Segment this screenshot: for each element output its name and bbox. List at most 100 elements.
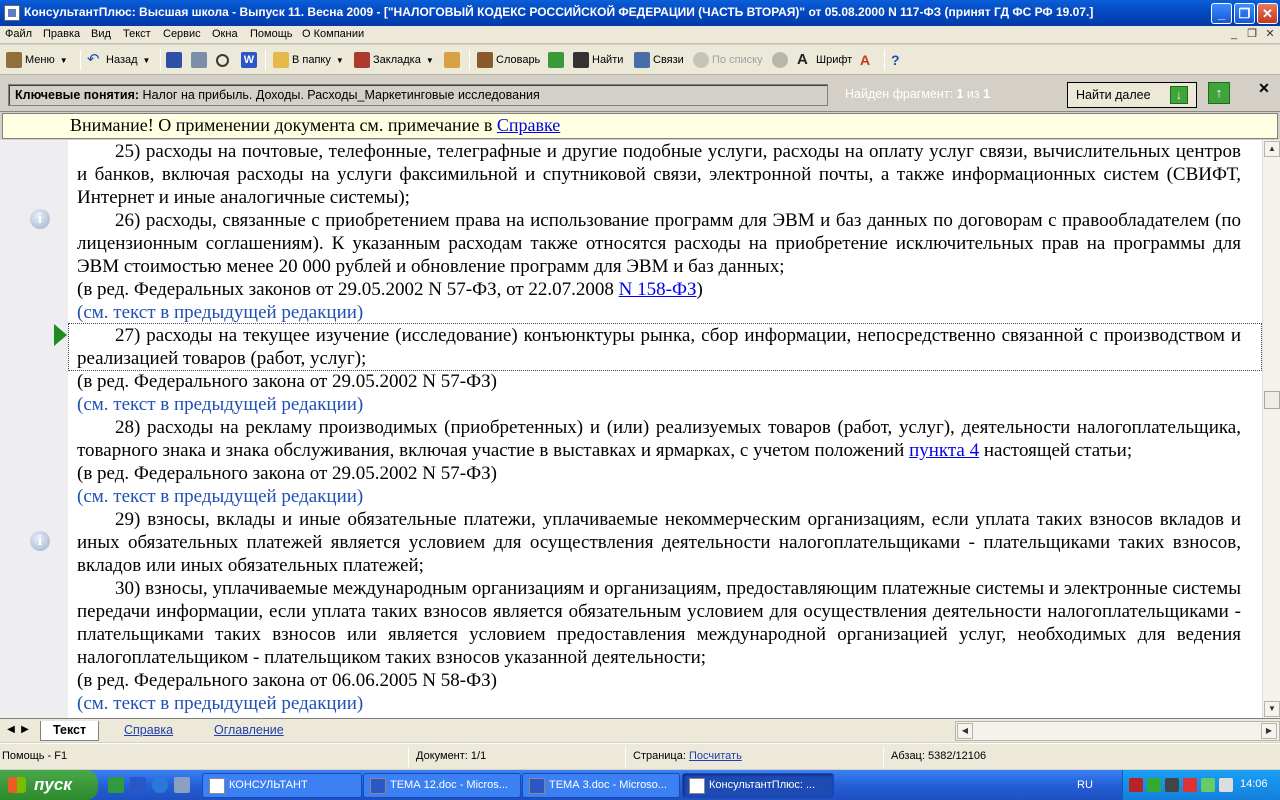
taskbar-item-label: ТЕМА 12.doc - Micros... <box>390 779 508 791</box>
chevron-down-icon: ▼ <box>142 55 151 65</box>
font-button[interactable]: A Шрифт <box>797 49 852 71</box>
info-icon[interactable]: i <box>30 531 50 551</box>
minimize-button[interactable]: _ <box>1211 3 1232 24</box>
menu-windows[interactable]: Окна <box>212 28 238 40</box>
paragraph-29: 29) взносы, вклады и иные обязательные п… <box>77 509 1241 576</box>
word-icon[interactable] <box>130 777 146 793</box>
export-button[interactable] <box>548 49 564 71</box>
mdi-restore-button[interactable]: ❐ <box>1244 28 1260 42</box>
scroll-down-icon[interactable]: ▼ <box>1264 701 1280 717</box>
tray-antivirus-icon[interactable] <box>1147 778 1161 792</box>
key-concepts-field[interactable]: Ключевые понятия: Налог на прибыль. Дохо… <box>8 84 828 106</box>
previous-edition-link[interactable]: (см. текст в предыдущей редакции) <box>77 485 1241 508</box>
menu-edit[interactable]: Правка <box>43 28 80 40</box>
language-indicator[interactable]: RU <box>1077 779 1093 791</box>
previous-edition-link[interactable]: (см. текст в предыдущей редакции) <box>77 301 1241 324</box>
show-desktop-icon[interactable] <box>174 777 190 793</box>
clock[interactable]: 14:06 <box>1240 778 1268 790</box>
mdi-close-button[interactable]: ✕ <box>1262 28 1278 42</box>
horizontal-scrollbar[interactable]: ◀ ▶ <box>955 721 1280 741</box>
chevron-down-icon: ▼ <box>335 55 344 65</box>
paragraph-28: 28) расходы на рекламу производимых (при… <box>77 416 1241 462</box>
tabs-bar: ◀ ▶ Текст Справка Оглавление ◀ ▶ <box>0 718 1280 742</box>
found-prefix: Найден фрагмент: <box>845 87 953 101</box>
maximize-button[interactable]: ❐ <box>1234 3 1255 24</box>
save-button[interactable] <box>166 49 182 71</box>
tab-text[interactable]: Текст <box>40 721 100 741</box>
scroll-up-icon[interactable]: ▲ <box>1264 141 1280 157</box>
by-list-label: По списку <box>712 54 763 66</box>
window-title: КонсультантПлюс: Высшая школа - Выпуск 1… <box>24 5 1094 19</box>
preview-button[interactable] <box>216 49 229 71</box>
volume-icon[interactable] <box>1219 778 1233 792</box>
vertical-scrollbar[interactable]: ▲ ▼ <box>1262 140 1280 718</box>
taskbar-item-tema3[interactable]: ТЕМА 3.doc - Microso... <box>522 773 680 798</box>
start-button[interactable]: пуск <box>0 770 98 800</box>
tray-device-icon[interactable] <box>1165 778 1179 792</box>
close-button[interactable]: ✕ <box>1257 3 1278 24</box>
previous-edition-link[interactable]: (см. текст в предыдущей редакции) <box>77 393 1241 416</box>
back-button[interactable]: ↶ Назад ▼ <box>87 49 150 71</box>
app-icon[interactable] <box>4 5 20 21</box>
font-size-button[interactable]: A <box>860 49 876 71</box>
bookmark-label: Закладка <box>373 54 421 66</box>
tab-help[interactable]: Справка <box>112 721 185 741</box>
excel-icon[interactable] <box>108 777 124 793</box>
separator <box>265 50 266 70</box>
bookmark-button[interactable]: Закладка ▼ <box>354 49 434 71</box>
menu-service[interactable]: Сервис <box>163 28 201 40</box>
menu-help[interactable]: Помощь <box>250 28 293 40</box>
notice-link[interactable]: Справке <box>497 115 560 135</box>
help-button[interactable]: ? <box>891 49 907 71</box>
to-folder-button[interactable]: В папку ▼ <box>273 49 344 71</box>
tray-network-icon[interactable] <box>1201 778 1215 792</box>
separator <box>883 747 884 767</box>
dictionary-button[interactable]: Словарь <box>477 49 540 71</box>
law-link-158[interactable]: N 158-ФЗ <box>619 279 697 300</box>
tray-app-icon[interactable] <box>1129 778 1143 792</box>
count-pages-link[interactable]: Посчитать <box>689 750 742 762</box>
binoculars-icon <box>573 52 589 68</box>
clause-4-link[interactable]: пункта 4 <box>909 440 979 461</box>
notice-bar: Внимание! О применении документа см. при… <box>2 113 1278 139</box>
word-export-button[interactable]: W <box>241 49 257 71</box>
menu-view[interactable]: Вид <box>91 28 111 40</box>
links-label: Связи <box>653 54 684 66</box>
mdi-minimize-button[interactable]: _ <box>1226 28 1242 42</box>
info-icon[interactable]: i <box>30 209 50 229</box>
document-area[interactable]: i i 25) расходы на почтовые, телефонные,… <box>0 140 1262 718</box>
bookmark-icon <box>354 52 370 68</box>
menu-button[interactable]: Меню ▼ <box>6 49 68 71</box>
dictionary-icon <box>477 52 493 68</box>
menu-about[interactable]: О Компании <box>302 28 364 40</box>
next-list-button[interactable] <box>772 49 788 71</box>
find-next-button[interactable]: Найти далее ↓ <box>1067 82 1197 108</box>
previous-edition-link[interactable]: (см. текст в предыдущей редакции) <box>77 692 1241 715</box>
paragraph-25: 25) расходы на почтовые, телефонные, тел… <box>77 141 1241 208</box>
tab-scroll-right-icon[interactable]: ▶ <box>18 722 32 738</box>
internet-explorer-icon[interactable] <box>152 777 168 793</box>
scroll-left-icon[interactable]: ◀ <box>957 723 973 739</box>
scroll-thumb[interactable] <box>1264 391 1280 409</box>
menu-text[interactable]: Текст <box>123 28 151 40</box>
found-fragment-text: Найден фрагмент: 1 из 1 <box>845 87 990 101</box>
tab-contents[interactable]: Оглавление <box>202 721 296 741</box>
consultant-app-icon <box>689 778 705 794</box>
scroll-right-icon[interactable]: ▶ <box>1261 723 1277 739</box>
find-button[interactable]: Найти <box>573 49 623 71</box>
find-previous-button[interactable]: ↑ <box>1208 82 1230 104</box>
font-size-icon: A <box>860 52 871 68</box>
paragraph-28-end: настоящей статьи; <box>979 440 1133 461</box>
menu-file[interactable]: Файл <box>5 28 32 40</box>
taskbar-item-consultant[interactable]: КОНСУЛЬТАНТ <box>202 773 362 798</box>
print-button[interactable] <box>191 49 207 71</box>
tray-alert-icon[interactable] <box>1183 778 1197 792</box>
bookmark-list-button[interactable] <box>444 49 460 71</box>
taskbar-item-tema12[interactable]: ТЕМА 12.doc - Micros... <box>363 773 521 798</box>
taskbar-item-consultantplus[interactable]: КонсультантПлюс: ... <box>682 773 834 798</box>
links-button[interactable]: Связи <box>634 49 684 71</box>
tab-scroll-left-icon[interactable]: ◀ <box>4 722 18 738</box>
close-search-icon[interactable]: ✕ <box>1256 80 1272 96</box>
separator <box>408 747 409 767</box>
by-list-button[interactable]: По списку <box>693 49 763 71</box>
